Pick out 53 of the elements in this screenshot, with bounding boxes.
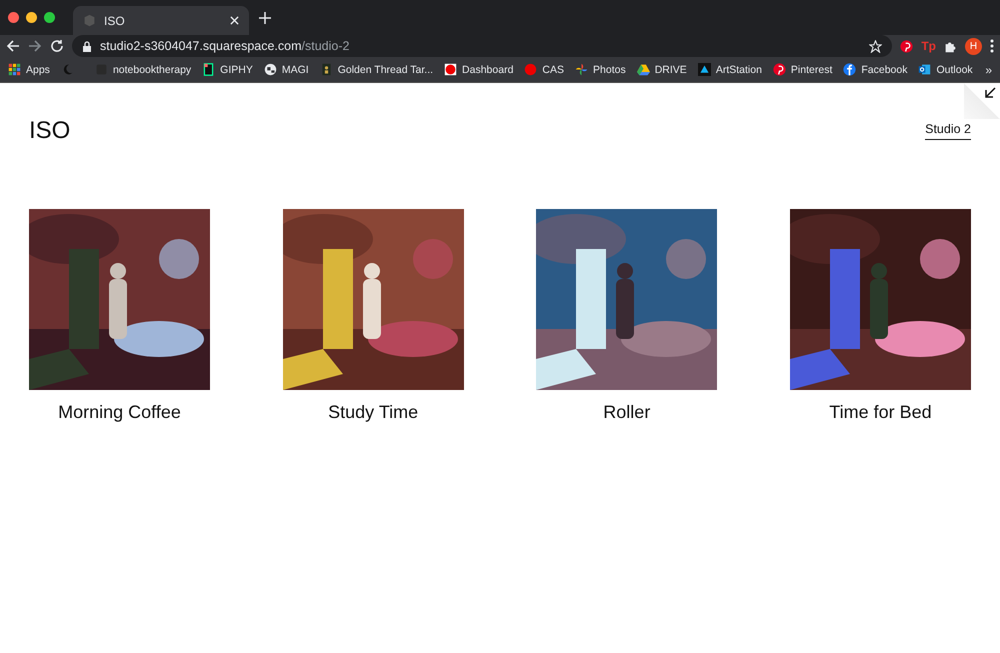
tab-title: ISO (104, 14, 126, 28)
nav-link[interactable]: Studio 2 (925, 122, 971, 140)
star-icon[interactable] (869, 40, 882, 52)
triangle-icon (636, 63, 650, 76)
site-title: ISO (29, 117, 70, 145)
giphy-icon (202, 63, 216, 76)
bookmark[interactable]: GIPHY (202, 63, 253, 76)
lock-icon (82, 40, 92, 52)
outlook-icon (918, 63, 932, 76)
profile-avatar[interactable]: H (965, 38, 982, 54)
globe-icon (264, 63, 277, 76)
forward-icon[interactable] (28, 39, 42, 53)
puzzle-icon[interactable] (944, 40, 957, 52)
bookmark[interactable]: Facebook (843, 63, 908, 76)
gallery-caption: Roller (603, 402, 650, 423)
pinwheel-icon (575, 63, 588, 76)
dashboard-icon (444, 63, 458, 76)
browser-tab[interactable]: ISO (73, 6, 249, 35)
bookmark[interactable]: CAS (524, 63, 564, 76)
address-bar[interactable]: studio2-s3604047.squarespace.com/studio-2 (72, 35, 892, 57)
bookmark[interactable]: Golden Thread Tar... (320, 63, 434, 76)
bookmark[interactable]: DRIVE (636, 63, 687, 76)
collapse-arrow-icon[interactable] (985, 87, 996, 98)
card-icon (320, 63, 333, 76)
close-window-button[interactable] (8, 12, 19, 23)
gallery-caption: Study Time (328, 402, 418, 423)
gallery-caption: Time for Bed (829, 402, 932, 423)
back-icon[interactable] (6, 39, 20, 53)
bookmark[interactable]: Apps (8, 63, 50, 76)
new-tab-icon[interactable] (259, 12, 271, 24)
menu-icon[interactable] (990, 39, 994, 53)
artstation-icon (698, 63, 711, 76)
pinterest-icon (772, 63, 786, 76)
bookmark[interactable]: Photos (575, 63, 626, 76)
page-corner-fold[interactable] (964, 83, 1000, 119)
close-icon[interactable] (230, 16, 239, 25)
apps-grid-icon (8, 63, 21, 76)
bookmark[interactable]: Dashboard (444, 63, 514, 76)
pinterest-icon (900, 40, 914, 52)
bookmark[interactable]: Pinterest (772, 63, 832, 76)
url-text: studio2-s3604047.squarespace.com/studio-2 (100, 39, 350, 53)
bookmark[interactable]: ArtStation (698, 63, 762, 76)
more-bookmarks-icon[interactable]: » (985, 62, 992, 76)
gallery-caption: Morning Coffee (58, 402, 181, 423)
reload-icon[interactable] (50, 39, 64, 53)
circle-icon (524, 63, 538, 76)
maximize-window-button[interactable] (44, 12, 55, 23)
bookmark[interactable]: MAGI (264, 63, 309, 76)
bookmark[interactable]: Outlook (918, 63, 973, 76)
cube-icon (83, 14, 96, 27)
facebook-icon (843, 63, 856, 76)
bookmark[interactable]: notebooktherapy (94, 63, 192, 76)
minimize-window-button[interactable] (26, 12, 37, 23)
